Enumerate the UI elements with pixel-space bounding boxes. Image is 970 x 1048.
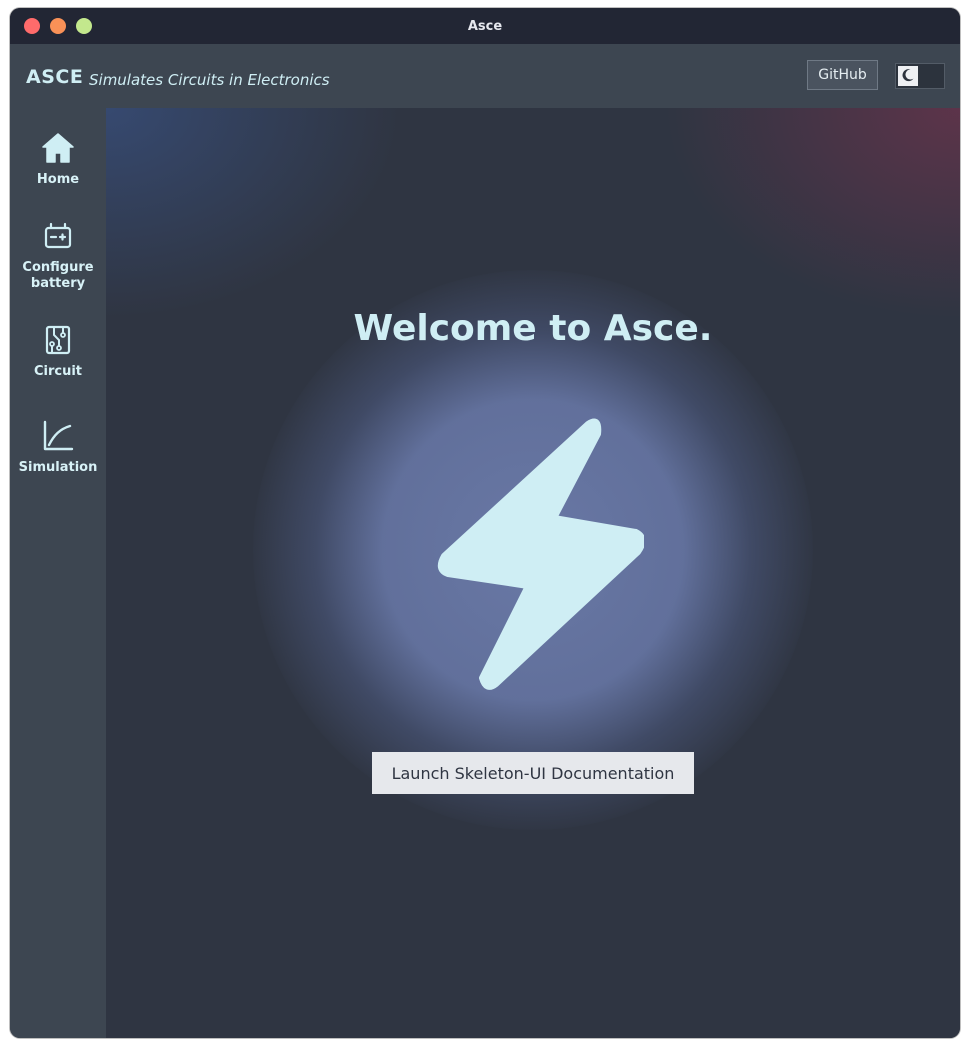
theme-toggle[interactable]: [895, 63, 945, 89]
sidebar-item-label: Home: [36, 172, 80, 187]
home-icon: [38, 128, 78, 168]
brand-tagline: Simulates Circuits in Electronics: [89, 71, 330, 89]
app-window: Asce ASCE Simulates Circuits in Electron…: [10, 8, 960, 1038]
maximize-window-button[interactable]: [76, 18, 92, 34]
lightning-bolt-icon: [424, 414, 646, 694]
page-title: Welcome to Asce.: [353, 308, 713, 349]
sidebar-item-simulation[interactable]: Simulation: [10, 416, 106, 476]
app-bar: ASCE Simulates Circuits in Electronics G…: [10, 44, 960, 108]
minimize-window-button[interactable]: [50, 18, 66, 34]
title-bar: Asce: [10, 8, 960, 44]
sidebar-item-label: Circuit: [33, 364, 83, 379]
sidebar-item-home[interactable]: Home: [10, 128, 106, 188]
chart-line-icon: [38, 416, 78, 456]
circuit-icon: [38, 320, 78, 360]
sidebar-item-circuit[interactable]: Circuit: [10, 320, 106, 380]
close-window-button[interactable]: [24, 18, 40, 34]
brand-logo[interactable]: ASCE: [26, 66, 83, 88]
battery-icon: [38, 216, 78, 256]
main-content: Welcome to Asce. Launch Skeleton-UI Docu…: [106, 108, 960, 1038]
moon-icon: [901, 67, 915, 86]
sidebar-item-label: Configure battery: [22, 260, 94, 291]
github-button[interactable]: GitHub: [807, 60, 878, 90]
sidebar: Home Configure battery Circuit Simulatio…: [10, 108, 106, 1038]
window-title: Asce: [467, 18, 503, 34]
sidebar-item-configure-battery[interactable]: Configure battery: [10, 216, 106, 292]
launch-docs-button[interactable]: Launch Skeleton-UI Documentation: [372, 752, 694, 794]
toggle-knob: [898, 66, 918, 86]
sidebar-item-label: Simulation: [18, 460, 98, 475]
